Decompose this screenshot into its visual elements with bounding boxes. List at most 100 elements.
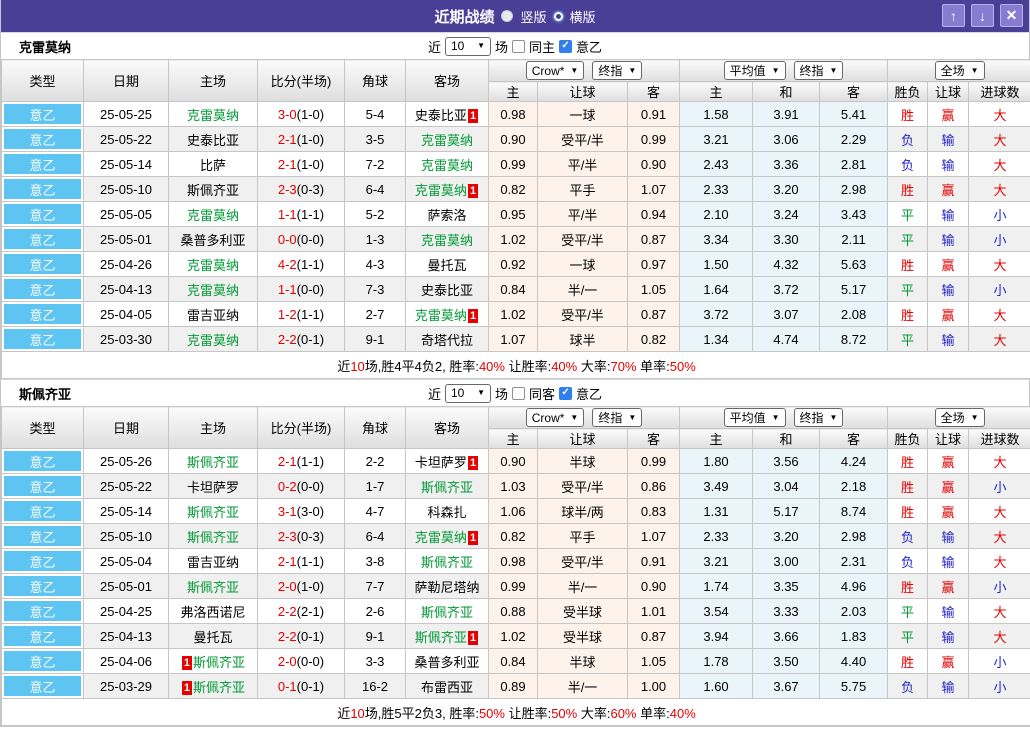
radio-vertical-layout[interactable] — [501, 10, 513, 22]
full-time-score: 2-2 — [278, 629, 297, 644]
subheader-goals: 进球数 — [969, 429, 1030, 449]
recent-count-select[interactable]: 10 ▼ — [445, 384, 491, 403]
team-name: 克雷莫纳 — [421, 133, 473, 148]
handicap-cell: 平手 — [538, 524, 628, 549]
avg-provider-select[interactable]: 平均值▼ — [724, 61, 786, 80]
home-team-cell: 克雷莫纳 — [169, 202, 258, 227]
odds-provider-select[interactable]: Crow*▼ — [526, 408, 585, 427]
team-name: 克雷莫纳 — [187, 333, 239, 348]
avg-final-select[interactable]: 终指▼ — [794, 408, 844, 427]
odds-final-select[interactable]: 终指▼ — [592, 408, 642, 427]
move-up-button[interactable]: ↑ — [942, 4, 965, 27]
up-arrow-icon: ↑ — [950, 8, 957, 24]
chevron-down-icon: ▼ — [570, 67, 578, 75]
goals-result-cell: 大 — [969, 449, 1030, 474]
radio-horizontal-layout[interactable] — [554, 12, 563, 21]
scope-select[interactable]: 全场▼ — [935, 408, 985, 427]
result-cell: 胜 — [888, 449, 928, 474]
half-time-score: (0-3) — [297, 182, 324, 197]
half-time-score: (0-0) — [297, 654, 324, 669]
odds-away-cell: 0.82 — [628, 327, 680, 352]
result-cell: 胜 — [888, 302, 928, 327]
score-cell: 0-2(0-0) — [258, 474, 345, 499]
score-cell: 1-1(1-1) — [258, 202, 345, 227]
goals-result-cell: 大 — [969, 549, 1030, 574]
odds-away-cell: 0.99 — [628, 449, 680, 474]
goals-result-cell: 大 — [969, 152, 1030, 177]
team-name: 克雷莫纳 — [421, 233, 473, 248]
avg-final-select[interactable]: 终指▼ — [794, 61, 844, 80]
odds-home-cell: 0.82 — [489, 177, 538, 202]
full-time-score: 2-2 — [278, 332, 297, 347]
close-button[interactable]: ✕ — [1000, 4, 1023, 27]
half-time-score: (1-1) — [297, 307, 324, 322]
league-cell: 意乙 — [2, 252, 84, 277]
home-team-cell: 雷吉亚纳 — [169, 549, 258, 574]
odds-final-select[interactable]: 终指▼ — [592, 61, 642, 80]
avg-draw-cell: 4.32 — [753, 252, 820, 277]
goals-result-cell: 大 — [969, 127, 1030, 152]
goals-result-cell: 大 — [969, 524, 1030, 549]
handicap-result-cell: 赢 — [928, 499, 969, 524]
chevron-down-icon: ▼ — [477, 42, 485, 50]
handicap-cell: 受平/半 — [538, 549, 628, 574]
full-time-score: 3-1 — [278, 504, 297, 519]
red-card-badge: 1 — [468, 109, 478, 123]
league-filter-checkbox[interactable]: ✓ — [559, 387, 572, 400]
avg-draw-cell: 3.04 — [753, 474, 820, 499]
section-team-name: 克雷莫纳 — [19, 37, 71, 56]
odds-home-cell: 0.88 — [489, 599, 538, 624]
date-cell: 25-05-26 — [84, 449, 169, 474]
avg-home-cell: 1.74 — [680, 574, 753, 599]
team-name: 奇塔代拉 — [421, 333, 473, 348]
away-team-cell: 克雷莫纳1 — [406, 524, 489, 549]
section-bar-home-team: 克雷莫纳 近 10 ▼ 场 同主 ✓ 意乙 — [1, 32, 1029, 59]
subheader-result: 胜负 — [888, 429, 928, 449]
date-cell: 25-05-04 — [84, 549, 169, 574]
score-cell: 4-2(1-1) — [258, 252, 345, 277]
odds-home-cell: 1.02 — [489, 624, 538, 649]
handicap-cell: 半球 — [538, 449, 628, 474]
half-time-score: (0-1) — [297, 629, 324, 644]
odds-provider-select[interactable]: Crow*▼ — [526, 61, 585, 80]
avg-away-cell: 3.43 — [820, 202, 888, 227]
score-cell: 2-1(1-0) — [258, 152, 345, 177]
avg-draw-cell: 3.07 — [753, 302, 820, 327]
move-down-button[interactable]: ↓ — [971, 4, 994, 27]
recent-count-select[interactable]: 10 ▼ — [445, 37, 491, 56]
avg-draw-cell: 3.20 — [753, 524, 820, 549]
score-cell: 3-0(1-0) — [258, 102, 345, 127]
goals-result-cell: 大 — [969, 252, 1030, 277]
score-cell: 2-2(0-1) — [258, 624, 345, 649]
same-venue-label: 同主 — [529, 37, 555, 56]
odds-home-cell: 1.02 — [489, 227, 538, 252]
team-name: 克雷莫纳 — [415, 530, 467, 545]
league-filter-label: 意乙 — [576, 384, 602, 403]
league-filter-checkbox[interactable]: ✓ — [559, 40, 572, 53]
chevron-down-icon: ▼ — [971, 67, 979, 75]
team-name: 斯佩齐亚 — [415, 630, 467, 645]
chevron-down-icon: ▼ — [628, 67, 636, 75]
scope-select[interactable]: 全场▼ — [935, 61, 985, 80]
away-team-cell: 奇塔代拉 — [406, 327, 489, 352]
date-cell: 25-04-05 — [84, 302, 169, 327]
date-cell: 25-05-14 — [84, 152, 169, 177]
half-time-score: (0-1) — [297, 332, 324, 347]
league-cell: 意乙 — [2, 499, 84, 524]
full-time-score: 3-0 — [278, 107, 297, 122]
avg-provider-select[interactable]: 平均值▼ — [724, 408, 786, 427]
full-time-score: 0-2 — [278, 479, 297, 494]
table-row: 意乙25-05-01桑普多利亚0-0(0-0)1-3克雷莫纳1.02受平/半0.… — [2, 227, 1030, 252]
avg-draw-cell: 3.72 — [753, 277, 820, 302]
score-cell: 2-1(1-0) — [258, 127, 345, 152]
home-team-cell: 桑普多利亚 — [169, 227, 258, 252]
team-name: 萨索洛 — [427, 208, 466, 223]
same-venue-checkbox[interactable] — [512, 387, 525, 400]
handicap-cell: 半/一 — [538, 277, 628, 302]
league-cell: 意乙 — [2, 102, 84, 127]
odds-away-cell: 1.07 — [628, 177, 680, 202]
red-card-badge: 1 — [468, 456, 478, 470]
avg-draw-cell: 3.30 — [753, 227, 820, 252]
same-venue-checkbox[interactable] — [512, 40, 525, 53]
odds-away-cell: 1.05 — [628, 277, 680, 302]
